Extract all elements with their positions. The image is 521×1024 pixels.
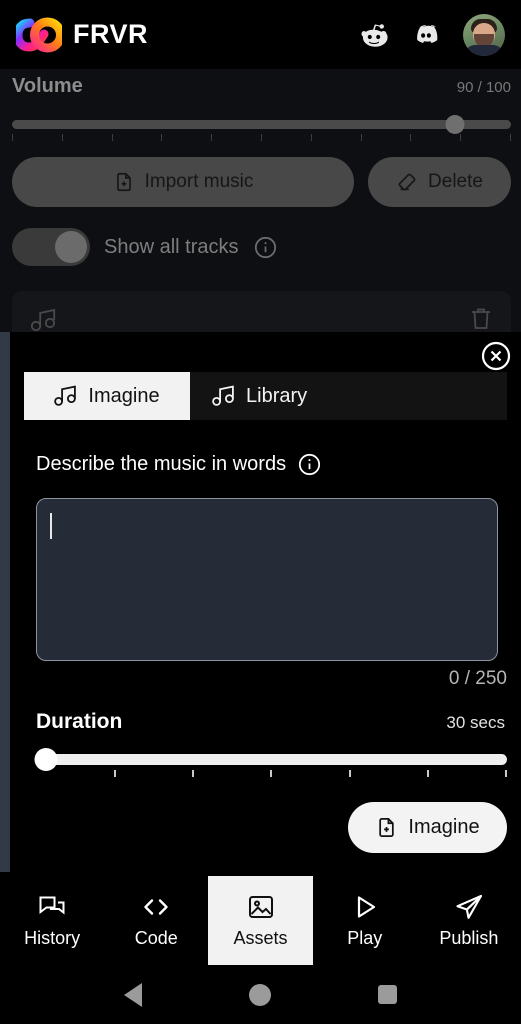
prompt-textarea[interactable] xyxy=(36,498,498,661)
close-icon[interactable] xyxy=(480,340,512,372)
code-brackets-icon xyxy=(144,899,168,915)
play-triangle-icon xyxy=(357,896,375,918)
background-panel: Volume 90 / 100 Import music Delete Show… xyxy=(0,69,521,332)
duration-slider-ticks xyxy=(36,770,507,777)
music-note-icon xyxy=(212,385,234,406)
file-plus-icon xyxy=(116,172,131,192)
tab-library[interactable]: Library xyxy=(190,372,330,420)
nav-item-history-label: History xyxy=(24,928,81,948)
duration-label: Duration xyxy=(36,710,123,733)
trash-icon[interactable] xyxy=(469,305,493,331)
reddit-icon[interactable] xyxy=(359,20,389,50)
char-counter: 0 / 250 xyxy=(448,668,507,689)
imagine-music-modal: Imagine Library Describe the music in wo… xyxy=(10,332,521,872)
prompt-label: Describe the music in words xyxy=(36,453,287,475)
duration-slider-track xyxy=(36,754,507,765)
nav-item-play-label: Play xyxy=(347,928,383,948)
import-music-button[interactable]: Import music xyxy=(12,157,354,207)
brand-logo[interactable]: FRVR xyxy=(16,17,148,53)
info-icon[interactable] xyxy=(297,452,322,477)
duration-header: Duration 30 secs xyxy=(36,710,505,734)
nav-item-code[interactable]: Code xyxy=(104,876,208,965)
volume-slider-track xyxy=(12,120,511,129)
nav-item-play[interactable]: Play xyxy=(313,876,417,965)
top-bar: FRVR xyxy=(0,0,521,69)
show-all-tracks-row: Show all tracks xyxy=(12,228,278,266)
chat-bubbles-icon xyxy=(39,896,65,915)
modal-tabs: Imagine Library xyxy=(24,372,507,420)
music-actions: Import music Delete xyxy=(12,157,511,207)
info-icon[interactable] xyxy=(253,235,278,260)
avatar[interactable] xyxy=(463,13,505,56)
recents-square-icon[interactable] xyxy=(378,985,398,1004)
track-card[interactable] xyxy=(12,291,511,332)
volume-slider-handle[interactable] xyxy=(445,115,465,134)
discord-icon[interactable] xyxy=(411,20,441,50)
bottom-nav: History Code Assets Play Publish xyxy=(0,876,521,965)
delete-label: Delete xyxy=(428,171,483,192)
tab-library-label: Library xyxy=(246,384,308,407)
back-triangle-icon[interactable] xyxy=(123,982,142,1007)
show-all-tracks-label: Show all tracks xyxy=(104,235,239,258)
nav-item-publish-label: Publish xyxy=(439,928,499,948)
tab-imagine-label: Imagine xyxy=(88,384,160,407)
paper-plane-icon xyxy=(456,894,482,919)
brand-name: FRVR xyxy=(73,19,149,49)
duration-slider-handle[interactable] xyxy=(34,748,58,771)
prompt-label-row: Describe the music in words xyxy=(36,452,322,477)
nav-item-history[interactable]: History xyxy=(0,876,104,965)
toggle-knob xyxy=(55,231,87,263)
duration-value: 30 secs xyxy=(446,713,505,732)
nav-item-code-label: Code xyxy=(134,928,178,948)
nav-item-assets-label: Assets xyxy=(233,928,288,948)
volume-slider[interactable] xyxy=(12,115,511,142)
nav-item-publish[interactable]: Publish xyxy=(417,876,521,965)
home-circle-icon[interactable] xyxy=(248,983,271,1006)
avatar-shoulders xyxy=(465,44,503,56)
duration-slider[interactable] xyxy=(34,748,507,777)
file-plus-icon xyxy=(379,818,395,837)
volume-slider-ticks xyxy=(12,134,511,141)
show-all-tracks-toggle[interactable] xyxy=(12,228,90,266)
delete-button[interactable]: Delete xyxy=(368,157,511,207)
import-music-label: Import music xyxy=(144,171,254,192)
volume-label: Volume xyxy=(12,75,83,97)
nav-item-assets[interactable]: Assets xyxy=(208,876,313,965)
tab-imagine[interactable]: Imagine xyxy=(24,372,190,420)
system-nav-bar xyxy=(0,965,521,1024)
eraser-icon xyxy=(398,173,416,191)
imagine-submit-button[interactable]: Imagine xyxy=(348,802,507,853)
music-note-icon xyxy=(30,308,56,332)
top-bar-actions xyxy=(359,13,505,56)
volume-value: 90 / 100 xyxy=(456,79,511,96)
app-root: FRVR Volume 90 / 100 Import music Delete… xyxy=(0,0,521,1024)
volume-header: Volume 90 / 100 xyxy=(12,75,511,98)
music-note-icon xyxy=(54,385,77,406)
image-icon xyxy=(248,896,273,918)
imagine-submit-label: Imagine xyxy=(408,816,480,838)
text-cursor xyxy=(50,513,52,539)
frvr-loop-icon xyxy=(16,17,62,52)
